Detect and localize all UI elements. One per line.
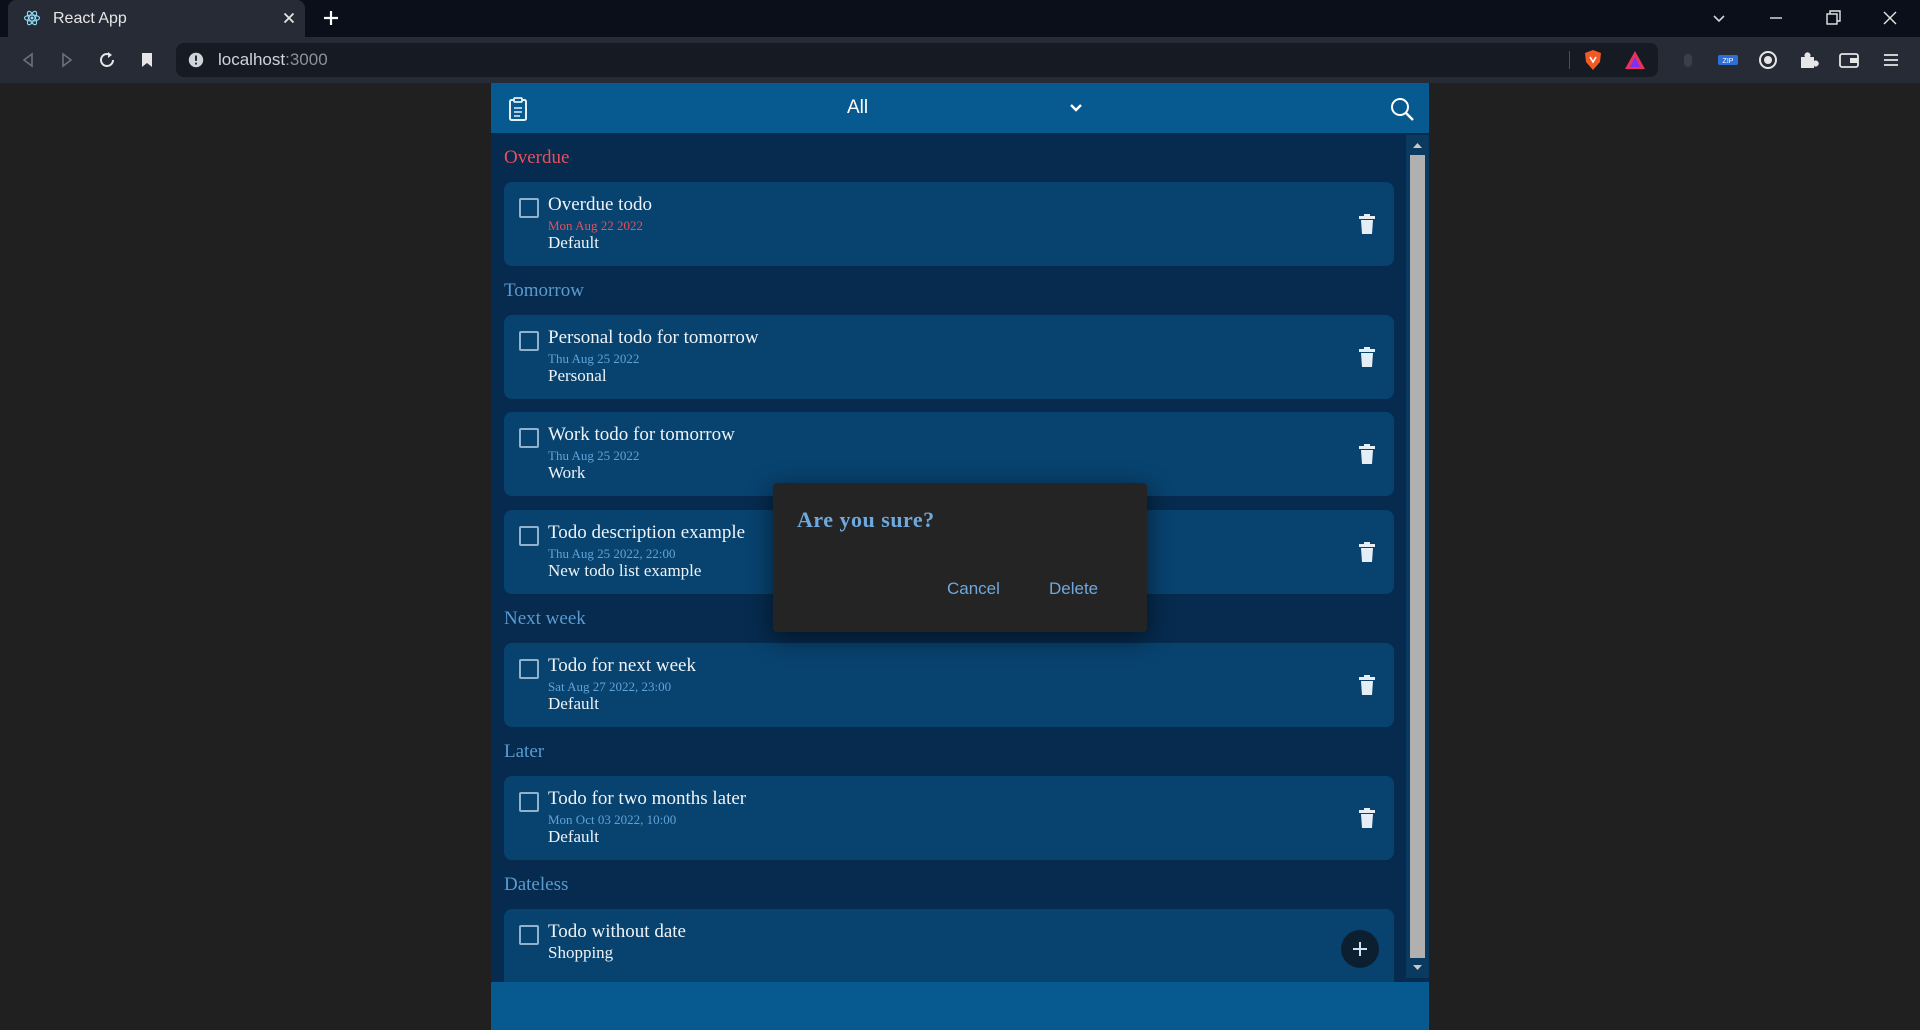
plus-icon xyxy=(1353,942,1367,956)
todo-title: Overdue todo xyxy=(548,194,652,215)
todo-date: Mon Aug 22 2022 xyxy=(548,218,643,233)
minimize-icon[interactable] xyxy=(1766,8,1786,28)
site-info-icon[interactable] xyxy=(187,51,205,69)
todo-checkbox[interactable] xyxy=(519,659,539,679)
section-title-overdue: Overdue xyxy=(504,147,570,168)
list-filter-select[interactable]: All xyxy=(847,83,868,133)
section-title-dateless: Dateless xyxy=(504,874,569,895)
reload-icon[interactable] xyxy=(97,50,117,70)
forward-icon[interactable] xyxy=(57,50,77,70)
browser-tab-bar: React App xyxy=(0,0,1920,37)
menu-icon[interactable] xyxy=(1880,49,1902,71)
todo-list-name: Default xyxy=(548,827,599,846)
todo-list-name: Default xyxy=(548,233,599,252)
bookmark-icon[interactable] xyxy=(137,50,157,70)
tab-search-chevron-icon[interactable] xyxy=(1709,8,1729,28)
url-host: localhost xyxy=(218,50,286,69)
todo-card[interactable]: Todo for two months later Mon Oct 03 202… xyxy=(504,776,1394,860)
tab-title: React App xyxy=(53,10,127,27)
todo-card[interactable]: Personal todo for tomorrow Thu Aug 25 20… xyxy=(504,315,1394,399)
target-extension-icon[interactable] xyxy=(1757,49,1779,71)
app-header: All xyxy=(491,83,1429,133)
address-toolbar: localhost:3000 ZIP xyxy=(0,37,1920,83)
address-bar[interactable]: localhost:3000 xyxy=(176,43,1658,77)
todo-title: Todo without date xyxy=(548,921,686,942)
extensions-puzzle-icon[interactable] xyxy=(1797,49,1819,71)
todo-card[interactable]: Todo for next week Sat Aug 27 2022, 23:0… xyxy=(504,643,1394,727)
svg-text:ZIP: ZIP xyxy=(1723,58,1734,65)
brave-shield-icon[interactable] xyxy=(1582,49,1604,71)
scrollbar-thumb[interactable] xyxy=(1410,155,1425,958)
trash-icon[interactable] xyxy=(1357,807,1377,829)
omnibox-divider xyxy=(1569,51,1570,69)
delete-button[interactable]: Delete xyxy=(1049,579,1098,599)
new-tab-icon[interactable] xyxy=(321,8,341,28)
back-icon[interactable] xyxy=(18,50,38,70)
todo-list-name: New todo list example xyxy=(548,561,702,580)
todo-checkbox[interactable] xyxy=(519,331,539,351)
url-text: localhost:3000 xyxy=(218,43,328,77)
todo-date: Mon Oct 03 2022, 10:00 xyxy=(548,812,677,827)
restore-icon[interactable] xyxy=(1823,8,1843,28)
cancel-button[interactable]: Cancel xyxy=(947,579,1000,599)
section-title-tomorrow: Tomorrow xyxy=(504,280,584,301)
todo-card[interactable]: Todo without date Shopping xyxy=(504,909,1394,993)
browser-tab[interactable]: React App xyxy=(8,0,305,37)
extension-hand-icon[interactable] xyxy=(1677,49,1699,71)
trash-icon[interactable] xyxy=(1357,346,1377,368)
trash-icon[interactable] xyxy=(1357,541,1377,563)
todo-date: Thu Aug 25 2022 xyxy=(548,448,640,463)
todo-list-name: Personal xyxy=(548,366,607,385)
add-todo-button[interactable] xyxy=(1341,930,1379,968)
brave-rewards-icon[interactable] xyxy=(1624,49,1646,71)
react-icon xyxy=(23,10,41,26)
dialog-title: Are you sure? xyxy=(797,507,935,532)
todo-checkbox[interactable] xyxy=(519,198,539,218)
todo-date: Thu Aug 25 2022 xyxy=(548,351,640,366)
confirm-delete-dialog: Are you sure? Cancel Delete xyxy=(773,483,1147,632)
url-port: :3000 xyxy=(285,50,328,69)
close-tab-icon[interactable] xyxy=(280,9,298,27)
scroll-down-arrow-icon[interactable] xyxy=(1406,958,1429,978)
todo-checkbox[interactable] xyxy=(519,925,539,945)
trash-icon[interactable] xyxy=(1357,674,1377,696)
todo-title: Todo for two months later xyxy=(548,788,747,809)
todo-title: Work todo for tomorrow xyxy=(548,424,735,445)
zip-extension-icon[interactable]: ZIP xyxy=(1717,49,1739,71)
todo-checkbox[interactable] xyxy=(519,792,539,812)
todo-date: Thu Aug 25 2022, 22:00 xyxy=(548,546,676,561)
trash-icon[interactable] xyxy=(1357,213,1377,235)
scroll-up-arrow-icon[interactable] xyxy=(1406,135,1429,155)
todo-date: Sat Aug 27 2022, 23:00 xyxy=(548,679,672,694)
section-title-next-week: Next week xyxy=(504,608,586,629)
wallet-icon[interactable] xyxy=(1838,49,1860,71)
todo-title: Todo description example xyxy=(548,522,746,543)
chevron-down-icon[interactable] xyxy=(1067,99,1085,117)
search-icon[interactable] xyxy=(1389,96,1415,122)
todo-checkbox[interactable] xyxy=(519,428,539,448)
todo-list-name: Work xyxy=(548,463,586,482)
trash-icon[interactable] xyxy=(1357,443,1377,465)
todo-list-name: Shopping xyxy=(548,943,614,962)
clipboard-icon[interactable] xyxy=(505,96,531,122)
todo-checkbox[interactable] xyxy=(519,526,539,546)
todo-list-name: Default xyxy=(548,694,599,713)
todo-title: Todo for next week xyxy=(548,655,696,676)
app-footer xyxy=(491,982,1429,1030)
scrollbar[interactable] xyxy=(1406,135,1429,978)
close-window-icon[interactable] xyxy=(1880,8,1900,28)
section-title-later: Later xyxy=(504,741,545,762)
todo-card[interactable]: Overdue todo Mon Aug 22 2022 Default xyxy=(504,182,1394,266)
todo-title: Personal todo for tomorrow xyxy=(548,327,759,348)
